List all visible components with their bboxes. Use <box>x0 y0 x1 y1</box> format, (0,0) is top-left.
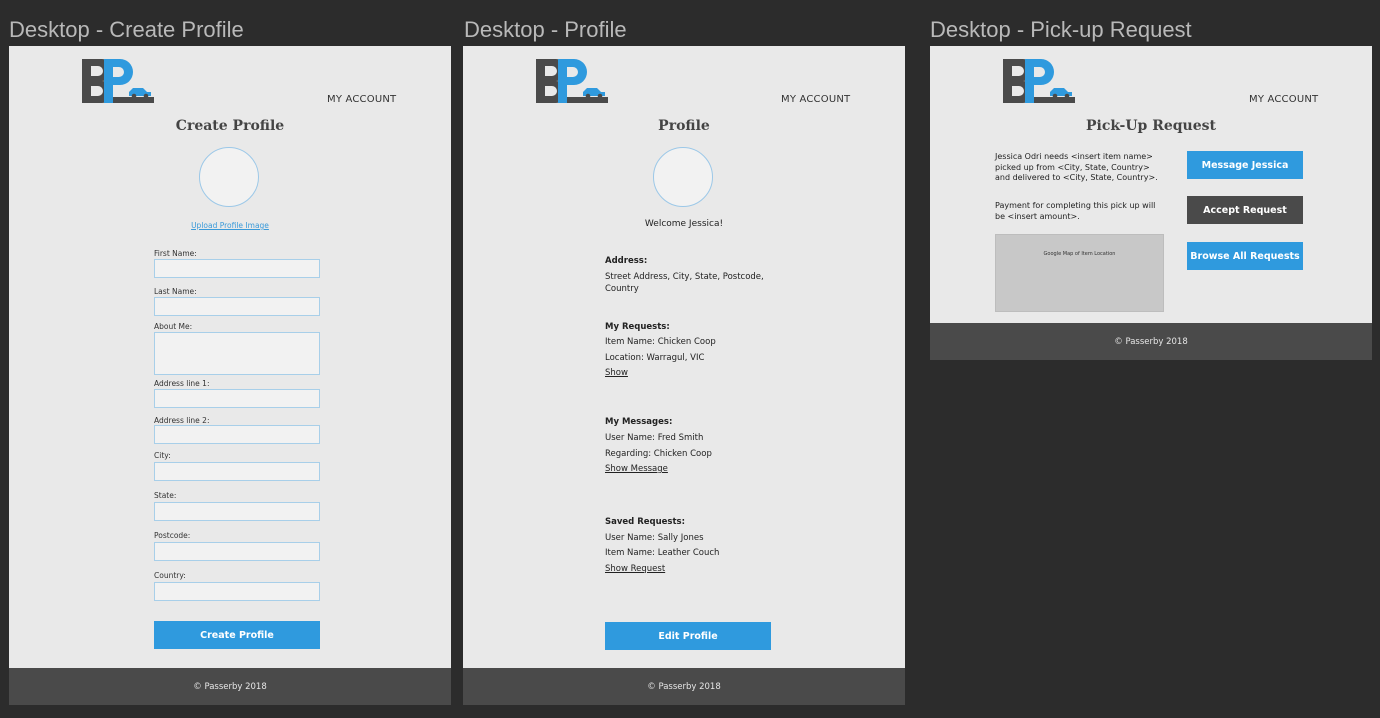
address-line-1-label: Address line 1: <box>154 379 210 388</box>
last-name-label: Last Name: <box>154 287 197 296</box>
item-location-map[interactable]: Google Map of Item Location <box>995 234 1164 312</box>
car-icon <box>583 88 605 99</box>
my-requests-heading: My Requests: <box>605 322 670 332</box>
profile-frame: MY ACCOUNT Profile Welcome Jessica! Addr… <box>463 46 905 705</box>
address-line-1: Street Address, City, State, Postcode, <box>605 272 764 282</box>
first-name-input[interactable] <box>154 259 320 278</box>
my-requests-location: Location: Warragul, VIC <box>605 353 705 363</box>
payment-description-line-1: Payment for completing this pick up will <box>995 201 1156 210</box>
edit-profile-button[interactable]: Edit Profile <box>605 622 771 650</box>
request-description: Jessica Odri needs <insert item name> pi… <box>995 152 1173 184</box>
footer: © Passerby 2018 <box>463 668 905 705</box>
my-account-link[interactable]: MY ACCOUNT <box>327 94 396 105</box>
my-account-link[interactable]: MY ACCOUNT <box>781 94 850 105</box>
logo-icon[interactable] <box>534 57 610 105</box>
saved-requests-user: User Name: Sally Jones <box>605 533 704 543</box>
create-profile-frame: MY ACCOUNT Create Profile Upload Profile… <box>9 46 451 705</box>
my-account-link[interactable]: MY ACCOUNT <box>1249 94 1318 105</box>
my-requests-item: Item Name: Chicken Coop <box>605 337 716 347</box>
profile-avatar <box>653 147 713 207</box>
messages-regarding: Regarding: Chicken Coop <box>605 449 712 459</box>
page-title: Profile <box>658 118 710 134</box>
address-line-2-label: Address line 2: <box>154 416 210 425</box>
artboard-title-pickup-request: Desktop - Pick-up Request <box>930 17 1192 42</box>
about-me-textarea[interactable] <box>154 332 320 375</box>
saved-requests-heading: Saved Requests: <box>605 517 685 527</box>
accept-request-button[interactable]: Accept Request <box>1187 196 1303 224</box>
city-label: City: <box>154 451 171 460</box>
upload-profile-image-link[interactable]: Upload Profile Image <box>9 221 451 230</box>
country-input[interactable] <box>154 582 320 601</box>
address-line-1-input[interactable] <box>154 389 320 408</box>
address-line-2-input[interactable] <box>154 425 320 444</box>
address-line-2: Country <box>605 284 639 294</box>
last-name-input[interactable] <box>154 297 320 316</box>
footer-copyright: © Passerby 2018 <box>193 681 267 692</box>
profile-avatar <box>199 147 259 207</box>
about-me-label: About Me: <box>154 322 193 331</box>
city-input[interactable] <box>154 462 320 481</box>
footer-copyright: © Passerby 2018 <box>647 681 721 692</box>
saved-requests-item: Item Name: Leather Couch <box>605 548 720 558</box>
artboard-title-profile: Desktop - Profile <box>464 17 627 42</box>
message-jessica-button[interactable]: Message Jessica <box>1187 151 1303 179</box>
show-message-link[interactable]: Show Message <box>605 464 668 475</box>
request-description-line-2: picked up from <City, State, Country> <box>995 162 1150 172</box>
pickup-request-frame: MY ACCOUNT Pick-Up Request Jessica Odri … <box>930 46 1372 360</box>
request-description-line-3: and delivered to <City, State, Country>. <box>995 173 1158 182</box>
my-messages-heading: My Messages: <box>605 417 673 427</box>
messages-user: User Name: Fred Smith <box>605 433 704 443</box>
show-saved-request-link[interactable]: Show Request <box>605 564 665 575</box>
payment-description: Payment for completing this pick up will… <box>995 201 1173 222</box>
car-icon <box>1050 88 1072 99</box>
state-label: State: <box>154 491 177 500</box>
show-request-link[interactable]: Show <box>605 368 628 379</box>
logo-icon[interactable] <box>1001 57 1077 105</box>
browse-all-requests-button[interactable]: Browse All Requests <box>1187 242 1303 270</box>
country-label: Country: <box>154 571 186 580</box>
page-title: Pick-Up Request <box>1086 118 1216 134</box>
postcode-input[interactable] <box>154 542 320 561</box>
create-profile-button[interactable]: Create Profile <box>154 621 320 649</box>
address-heading: Address: <box>605 256 648 266</box>
state-input[interactable] <box>154 502 320 521</box>
first-name-label: First Name: <box>154 249 197 258</box>
welcome-message: Welcome Jessica! <box>644 219 724 229</box>
footer: © Passerby 2018 <box>9 668 451 705</box>
logo-icon[interactable] <box>80 57 156 105</box>
postcode-label: Postcode: <box>154 531 191 540</box>
map-label: Google Map of Item Location <box>1043 251 1116 257</box>
artboard-title-create-profile: Desktop - Create Profile <box>9 17 244 42</box>
footer-copyright: © Passerby 2018 <box>1114 336 1188 347</box>
page-title: Create Profile <box>175 118 285 134</box>
payment-description-line-2: be <insert amount>. <box>995 211 1080 221</box>
request-description-line-1: Jessica Odri needs <insert item name> <box>995 152 1153 161</box>
footer: © Passerby 2018 <box>930 323 1372 360</box>
car-icon <box>129 88 151 99</box>
